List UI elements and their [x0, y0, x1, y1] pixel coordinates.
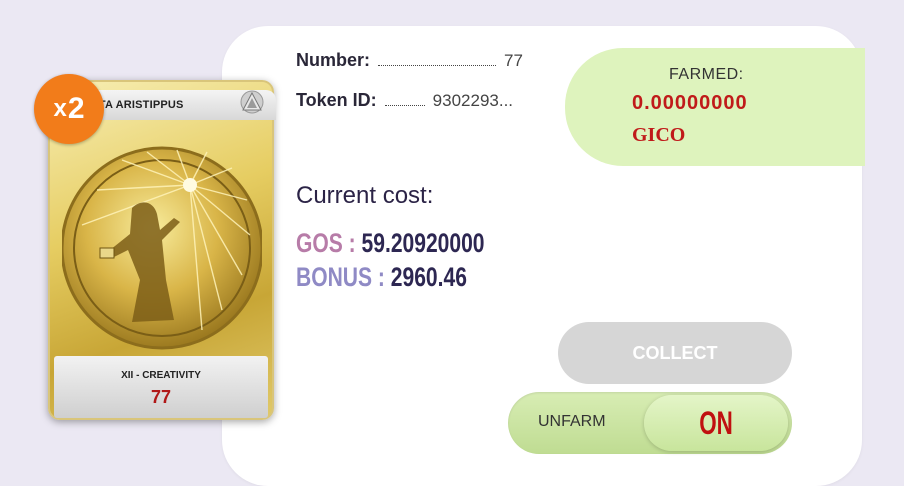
triangle-logo-icon: [240, 90, 264, 114]
number-leader-dots: [378, 53, 497, 66]
multiplier-badge: x2: [34, 74, 104, 144]
card-number: 77: [150, 387, 172, 407]
toggle-state-label: ON: [699, 404, 733, 441]
card-footer: XII - CREATIVITY 77: [54, 356, 268, 418]
card-subtitle: XII - CREATIVITY: [121, 370, 201, 381]
medal-artwork-image: [62, 146, 262, 350]
number-label: Number:: [296, 50, 371, 70]
multiplier-symbol: x: [53, 95, 67, 122]
toggle-knob[interactable]: ON: [644, 395, 788, 451]
farmed-panel: FARMED: 0.00000000 GICO: [565, 48, 865, 166]
bonus-cost-line: BONUS : 2960.46: [296, 262, 467, 293]
number-row: Number: 77: [296, 50, 523, 71]
token-leader-dots: [384, 93, 425, 106]
farmed-currency: GICO: [632, 124, 686, 146]
multiplier-value: 2: [67, 92, 85, 125]
farmed-label: FARMED:: [669, 66, 744, 83]
token-row: Token ID: 9302293...: [296, 90, 513, 111]
unfarm-label: UNFARM: [538, 413, 606, 430]
farm-toggle[interactable]: UNFARM ON: [508, 392, 792, 454]
bonus-label: BONUS :: [296, 262, 385, 292]
number-value: 77: [504, 51, 523, 70]
gos-label: GOS :: [296, 228, 356, 258]
gos-value: 59.20920000: [361, 228, 485, 258]
token-id-label: Token ID:: [296, 90, 377, 110]
gos-cost-line: GOS : 59.20920000: [296, 228, 485, 259]
bonus-value: 2960.46: [390, 262, 467, 292]
farmed-value: 0.00000000: [632, 92, 748, 114]
token-id-value: 9302293...: [432, 91, 514, 110]
current-cost-title: Current cost:: [296, 182, 434, 209]
collect-button[interactable]: COLLECT: [558, 322, 792, 384]
